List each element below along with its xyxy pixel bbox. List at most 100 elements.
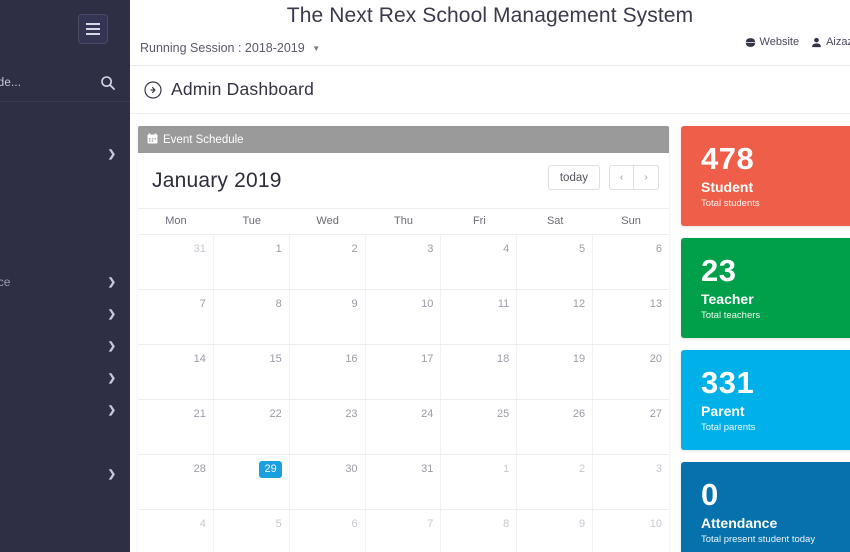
calendar-day-cell[interactable]: 14: [138, 345, 214, 400]
calendar-day-cell[interactable]: 1: [441, 455, 518, 510]
sidebar-item-fees-collection[interactable]: ▢Fees Collection: [0, 202, 130, 234]
calendar-day-cell[interactable]: 3: [365, 235, 442, 290]
stat-card-title: Teacher: [701, 291, 754, 307]
next-month-button[interactable]: ›: [634, 165, 659, 190]
search-input[interactable]: [0, 76, 100, 89]
calendar-day-cell[interactable]: 20: [593, 345, 669, 400]
calendar-day-name: Sun: [621, 215, 641, 227]
user-menu[interactable]: Aizaz R: [811, 36, 850, 48]
sidebar-item-examinations[interactable]: ▢Examinations❯: [0, 394, 130, 426]
calendar-day-number: 13: [649, 298, 662, 310]
calendar-day-cell[interactable]: 21: [138, 400, 214, 455]
calendar-day-cell[interactable]: 27: [593, 400, 669, 455]
calendar-day-cell[interactable]: 7: [138, 290, 214, 345]
stat-card-parent[interactable]: 331 Parent Total parents: [681, 350, 850, 450]
calendar-day-number: 5: [579, 243, 586, 255]
calendar-day-number: 10: [649, 518, 662, 530]
hamburger-bar: [86, 28, 100, 30]
sidebar-item-class-routine[interactable]: ▢Class Routine❯: [0, 330, 130, 362]
calendar-day-cell[interactable]: 19: [517, 345, 594, 400]
calendar-day-cell[interactable]: 31: [365, 455, 442, 510]
stat-card-subtitle: Total teachers: [701, 310, 761, 321]
stat-card-subtitle: Total students: [701, 198, 760, 209]
calendar-day-cell[interactable]: 12: [517, 290, 594, 345]
topbar: The Next Rex School Management System Ru…: [130, 0, 850, 66]
calendar-day-cell[interactable]: 31: [138, 235, 214, 290]
calendar-day-number: 16: [345, 353, 358, 365]
calendar-day-number: 28: [193, 463, 206, 475]
sidebar-item-students[interactable]: ▢Students: [0, 170, 130, 202]
calendar-day-cell[interactable]: 13: [593, 290, 669, 345]
calendar-day-cell[interactable]: 18: [441, 345, 518, 400]
calendar-day-number: 2: [579, 463, 586, 475]
search-icon[interactable]: [100, 75, 116, 91]
calendar-day-cell[interactable]: 6: [290, 510, 366, 552]
calendar-day-cell[interactable]: 10: [593, 510, 669, 552]
calendar-day-number: 11: [497, 298, 510, 310]
event-schedule-header: Event Schedule: [138, 126, 669, 153]
sidebar-item-dashboard[interactable]: ▢Dashboard: [0, 106, 130, 138]
stat-card-attendance[interactable]: 0 Attendance Total present student today: [681, 462, 850, 552]
calendar-day-cell[interactable]: 4: [441, 235, 518, 290]
stat-card-teacher[interactable]: 23 Teacher Total teachers: [681, 238, 850, 338]
calendar-day-name: Mon: [165, 215, 187, 227]
calendar-day-cell[interactable]: 8: [213, 290, 290, 345]
calendar-day-cell[interactable]: 29: [213, 455, 290, 510]
calendar-day-cell[interactable]: 24: [365, 400, 442, 455]
chevron-right-icon: ❯: [107, 148, 116, 160]
calendar-day-cell[interactable]: 9: [517, 510, 594, 552]
calendar-day-cell[interactable]: 6: [593, 235, 669, 290]
sidebar-item-administrator[interactable]: ▢Administrator❯: [0, 138, 130, 170]
chevron-right-icon: ❯: [107, 308, 116, 320]
hamburger-bar: [86, 33, 100, 35]
calendar-day-cell[interactable]: 2: [517, 455, 594, 510]
sidebar-item-attendance[interactable]: ▢Attendance❯: [0, 362, 130, 394]
sidebar-item-label: Account: [0, 243, 116, 257]
calendar-day-cell[interactable]: 1: [213, 235, 290, 290]
calendar-day-cell[interactable]: 30: [289, 455, 366, 510]
calendar-day-cell[interactable]: 11: [441, 290, 518, 345]
sidebar-item-academics[interactable]: ▢Academics❯: [0, 298, 130, 330]
calendar-day-cell[interactable]: 7: [366, 510, 442, 552]
calendar-day-cell[interactable]: 5: [214, 510, 290, 552]
calendar-day-cell[interactable]: 3: [593, 455, 669, 510]
app-root: NEXT REX ▢Das: [0, 0, 850, 552]
today-button[interactable]: today: [547, 165, 600, 190]
sidebar-item-message[interactable]: ▢Message: [0, 522, 130, 552]
calendar-day-number: 22: [269, 408, 282, 420]
sidebar-header: NEXT REX: [0, 0, 130, 60]
calendar-day-name: Fri: [472, 215, 486, 227]
sidebar-item-study-material[interactable]: ▢Study Material: [0, 426, 130, 458]
calendar-day-cell[interactable]: 5: [517, 235, 594, 290]
calendar-day-number: 10: [421, 298, 434, 310]
stat-card-number: 0: [701, 477, 719, 512]
calendar-day-cell[interactable]: 10: [365, 290, 442, 345]
calendar-day-cell[interactable]: 25: [441, 400, 518, 455]
sidebar-item-account[interactable]: ▢Account: [0, 234, 130, 266]
stat-card-student[interactable]: 478 Student Total students: [681, 126, 850, 226]
event-schedule-title: Event Schedule: [163, 133, 244, 146]
sidebar-toggle-button[interactable]: [78, 14, 108, 44]
sidebar-search[interactable]: [0, 64, 130, 102]
stat-card-title: Student: [701, 179, 754, 195]
calendar-day-cell[interactable]: 4: [138, 510, 214, 552]
calendar-day-number: 25: [497, 408, 510, 420]
calendar-day-cell[interactable]: 22: [213, 400, 290, 455]
calendar-day-cell[interactable]: 2: [289, 235, 366, 290]
calendar-day-cell[interactable]: 9: [289, 290, 366, 345]
sidebar-item-noticeboard[interactable]: ▢Noticeboard: [0, 490, 130, 522]
calendar-day-cell[interactable]: 8: [441, 510, 518, 552]
calendar-day-cell[interactable]: 28: [138, 455, 214, 510]
sidebar-item-accounting[interactable]: ▢Accounting❯: [0, 458, 130, 490]
calendar-day-cell[interactable]: 26: [517, 400, 594, 455]
chevron-right-icon: ❯: [107, 372, 116, 384]
website-link[interactable]: Website: [744, 36, 799, 48]
session-selector[interactable]: Running Session : 2018-2019 ▼: [140, 41, 320, 55]
calendar-day-number: 15: [269, 353, 282, 365]
calendar-day-cell[interactable]: 17: [365, 345, 442, 400]
prev-month-button[interactable]: ‹: [609, 165, 634, 190]
calendar-day-cell[interactable]: 15: [213, 345, 290, 400]
calendar-day-cell[interactable]: 23: [289, 400, 366, 455]
sidebar-item-human-resource[interactable]: ▢Human Resource❯: [0, 266, 130, 298]
calendar-day-cell[interactable]: 16: [289, 345, 366, 400]
